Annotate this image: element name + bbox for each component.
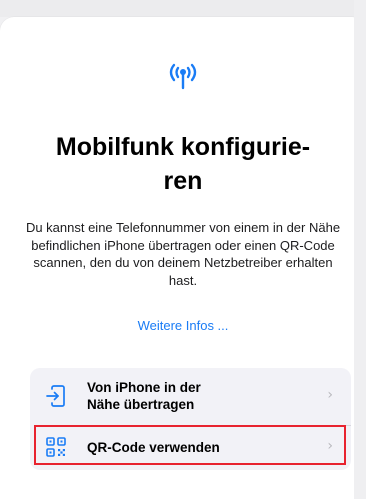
- chevron-right-icon: ›: [327, 387, 333, 403]
- page-description: Du kannst eine Telefonnummer von einem i…: [25, 220, 341, 288]
- phone-transfer-icon: [46, 385, 65, 407]
- setup-options-list: Von iPhone in der Nähe übertragen › QR-C…: [30, 368, 351, 470]
- transfer-from-iphone-option[interactable]: Von iPhone in der Nähe übertragen ›: [30, 368, 351, 424]
- qr-option-label: QR-Code verwenden: [87, 440, 220, 455]
- background-strip-right: [354, 0, 366, 499]
- background-strip-top: [0, 0, 366, 17]
- transfer-option-label: Von iPhone in der Nähe übertragen: [87, 380, 201, 412]
- use-qr-code-option[interactable]: QR-Code verwenden ›: [30, 426, 351, 468]
- chevron-right-icon: ›: [327, 438, 333, 454]
- cellular-antenna-icon: [169, 63, 197, 90]
- more-info-link[interactable]: Weitere Infos ...: [0, 318, 366, 333]
- qr-code-icon: [46, 437, 66, 457]
- page-title: Mobilfunk konfigurie- ren: [55, 133, 311, 195]
